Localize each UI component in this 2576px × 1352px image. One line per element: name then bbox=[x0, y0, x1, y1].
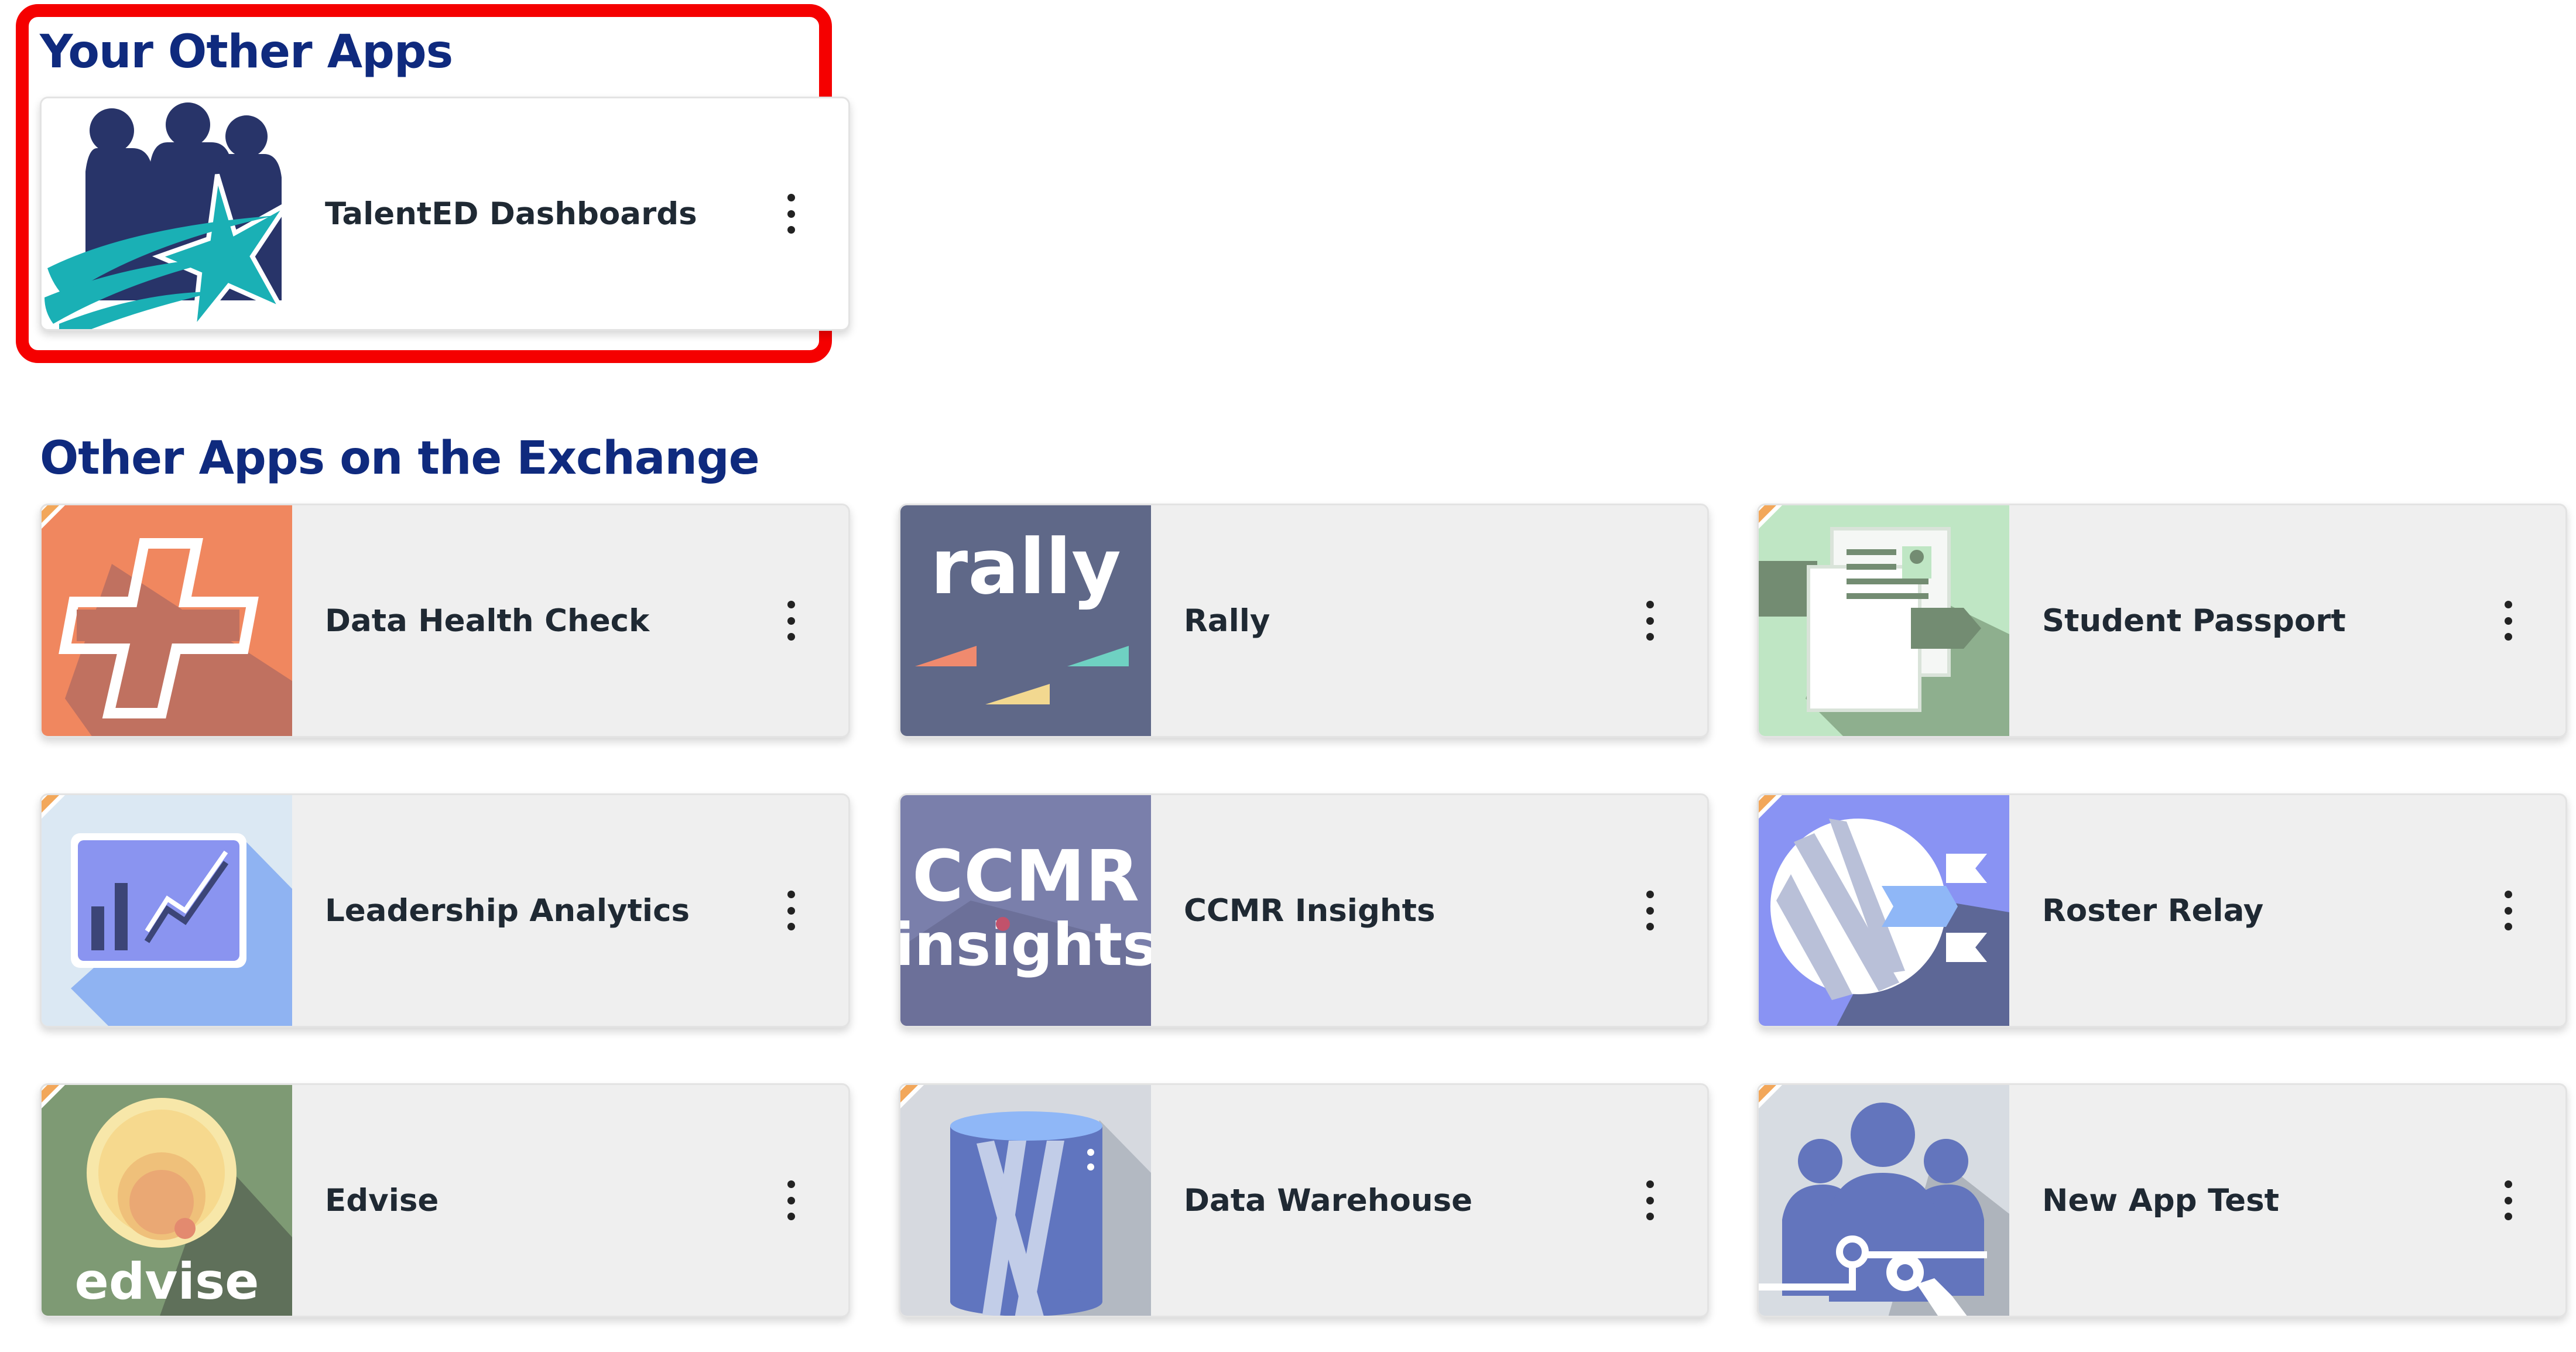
more-options-icon[interactable] bbox=[2496, 887, 2520, 934]
rally-logo-text: rally bbox=[930, 522, 1121, 611]
more-options-icon[interactable] bbox=[1638, 1177, 1662, 1224]
talented-dashboards-logo bbox=[42, 98, 292, 329]
more-options-icon[interactable] bbox=[779, 1177, 803, 1224]
app-card-student-passport[interactable]: Student Passport bbox=[1757, 504, 2567, 738]
app-card-new-app-test[interactable]: New App Test bbox=[1757, 1083, 2567, 1317]
app-label: Student Passport bbox=[2042, 603, 2346, 639]
line-chart-board-icon bbox=[42, 795, 292, 1026]
rally-logo: rally bbox=[900, 505, 1151, 736]
app-label: Data Health Check bbox=[325, 603, 650, 639]
app-card-leadership-analytics[interactable]: Leadership Analytics bbox=[40, 793, 850, 1028]
more-options-icon[interactable] bbox=[779, 597, 803, 644]
more-options-icon[interactable] bbox=[1638, 597, 1662, 644]
app-card-roster-relay[interactable]: Roster Relay bbox=[1757, 793, 2567, 1028]
app-label: Rally bbox=[1184, 603, 1270, 639]
edvise-logo: edvise bbox=[42, 1085, 292, 1316]
app-card-edvise[interactable]: edvise Edvise bbox=[40, 1083, 850, 1317]
app-card-rally[interactable]: rally Rally bbox=[899, 504, 1709, 738]
app-card-talented-dashboards[interactable]: TalentED Dashboards bbox=[40, 97, 850, 331]
app-label: Edvise bbox=[325, 1182, 439, 1218]
more-options-icon[interactable] bbox=[779, 190, 803, 237]
health-cross-icon bbox=[42, 505, 292, 736]
app-card-ccmr-insights[interactable]: CCMR insights CCMR Insights bbox=[899, 793, 1709, 1028]
database-cylinder-icon bbox=[900, 1085, 1151, 1316]
ccmr-insights-logo: CCMR insights bbox=[900, 795, 1151, 1026]
edvise-logo-text: edvise bbox=[75, 1252, 259, 1311]
roster-relay-icon bbox=[1759, 795, 2009, 1026]
team-settings-icon bbox=[1759, 1085, 2009, 1316]
app-card-data-health-check[interactable]: Data Health Check bbox=[40, 504, 850, 738]
passport-document-icon bbox=[1759, 505, 2009, 736]
more-options-icon[interactable] bbox=[1638, 887, 1662, 934]
app-label: Roster Relay bbox=[2042, 892, 2264, 929]
app-label: Data Warehouse bbox=[1184, 1182, 1473, 1218]
app-card-data-warehouse[interactable]: Data Warehouse bbox=[899, 1083, 1709, 1317]
app-label: Leadership Analytics bbox=[325, 892, 690, 929]
app-label: CCMR Insights bbox=[1184, 892, 1436, 929]
app-label: New App Test bbox=[2042, 1182, 2280, 1218]
app-label: TalentED Dashboards bbox=[325, 196, 697, 232]
other-apps-heading: Other Apps on the Exchange bbox=[40, 432, 760, 485]
ccmr-logo-text: CCMR bbox=[912, 836, 1139, 918]
more-options-icon[interactable] bbox=[2496, 1177, 2520, 1224]
more-options-icon[interactable] bbox=[2496, 597, 2520, 644]
more-options-icon[interactable] bbox=[779, 887, 803, 934]
insights-logo-text: insights bbox=[900, 911, 1151, 979]
